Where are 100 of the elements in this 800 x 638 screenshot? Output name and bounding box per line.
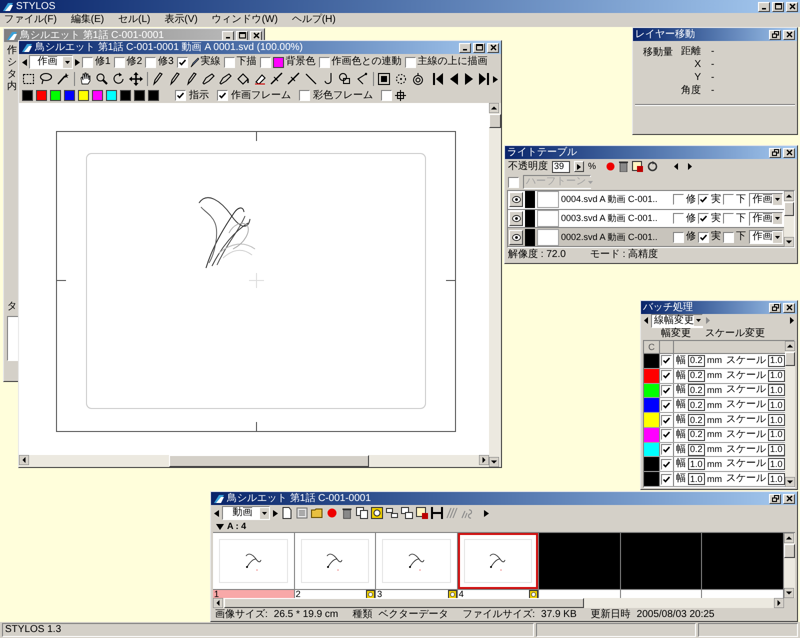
selection-icon[interactable] [22, 72, 36, 86]
hand-icon[interactable] [78, 72, 92, 86]
mode-dropdown[interactable]: 線幅変更 [651, 314, 703, 328]
input-field[interactable]: 1.0 [768, 384, 785, 396]
menu-item[interactable]: 表示(V) [164, 15, 198, 25]
scroll-down-button[interactable] [489, 457, 499, 467]
zoom-icon[interactable] [95, 72, 110, 86]
input-field[interactable]: 39 [552, 160, 570, 172]
input-field[interactable]: 1.0 [688, 458, 705, 470]
menu-item[interactable]: セル(L) [118, 15, 150, 25]
restore-button[interactable] [769, 302, 781, 312]
input-field[interactable]: 1.0 [768, 473, 785, 486]
frame-label[interactable]: 1 [213, 589, 294, 599]
right-arrow-icon[interactable] [688, 163, 692, 170]
line-icon[interactable] [304, 72, 318, 86]
color-swatch[interactable] [134, 90, 145, 101]
frame-rotate-icon[interactable] [411, 72, 426, 86]
checkbox[interactable] [404, 56, 416, 68]
input-field[interactable]: 0.2 [688, 384, 705, 396]
scrollbar[interactable] [489, 103, 501, 467]
scroll-thumb[interactable] [784, 202, 794, 216]
right-arrow-icon[interactable] [493, 76, 498, 82]
pencil-icon[interactable] [151, 72, 166, 86]
input-field[interactable]: 0.2 [688, 444, 705, 456]
close-button[interactable] [783, 30, 795, 40]
left-arrow-icon[interactable] [214, 510, 219, 516]
minimize-button[interactable] [758, 2, 770, 12]
refresh-icon[interactable] [647, 161, 658, 172]
scroll-left-button[interactable] [19, 455, 29, 465]
pencil-icon[interactable] [168, 72, 182, 86]
right-arrow-icon[interactable] [75, 58, 80, 66]
lasso-icon[interactable] [39, 72, 53, 86]
scroll-down-button[interactable] [784, 237, 794, 247]
frame-thumbnail[interactable] [458, 533, 538, 589]
input-field[interactable]: 0.2 [688, 354, 705, 367]
caret-icon[interactable] [63, 56, 72, 68]
checkbox[interactable] [217, 90, 228, 101]
maximize-button[interactable] [473, 42, 485, 52]
text-area[interactable] [7, 316, 19, 361]
caret-icon[interactable] [260, 508, 269, 518]
mode-dropdown[interactable]: 作画 [29, 55, 73, 69]
scroll-thumb[interactable] [489, 114, 501, 128]
close-button[interactable] [783, 148, 795, 158]
scroll-right-button[interactable] [479, 455, 489, 465]
checkbox[interactable] [661, 444, 672, 456]
trash-icon[interactable] [619, 161, 628, 172]
restore-button[interactable] [769, 30, 781, 40]
checkbox[interactable] [723, 232, 734, 243]
mode-dropdown[interactable]: 作画 [749, 212, 783, 226]
checkbox[interactable] [260, 56, 271, 68]
scroll-left-button[interactable] [213, 598, 223, 608]
right-arrow-icon[interactable] [790, 317, 794, 324]
folder-icon[interactable] [311, 507, 323, 519]
frame-label[interactable] [539, 589, 620, 599]
maximize-button[interactable] [772, 2, 784, 12]
scroll-right-button[interactable] [774, 598, 784, 608]
mode-dropdown[interactable]: 作画 [749, 230, 783, 244]
menu-item[interactable]: ファイル(F) [4, 15, 57, 25]
checkbox[interactable] [661, 429, 672, 440]
minimize-button[interactable] [222, 30, 234, 40]
minimize-button[interactable] [459, 42, 471, 52]
visibility-button[interactable] [509, 192, 523, 208]
checkbox[interactable] [673, 213, 684, 224]
frame-points-icon[interactable] [394, 72, 408, 86]
input-field[interactable]: 0.2 [688, 428, 705, 441]
color-swatch[interactable] [22, 90, 33, 101]
checkbox[interactable] [698, 232, 709, 243]
scroll-thumb[interactable] [785, 352, 795, 366]
input-field[interactable]: 0.2 [688, 370, 705, 382]
visibility-button[interactable] [509, 230, 523, 245]
close-button[interactable] [786, 2, 798, 12]
restore-button[interactable] [769, 148, 781, 158]
checkbox[interactable] [661, 370, 672, 382]
input-field[interactable]: 1.0 [768, 428, 785, 441]
checkbox[interactable] [698, 213, 709, 224]
color-swatch[interactable] [78, 90, 89, 101]
right-arrow-icon[interactable] [273, 510, 278, 516]
input-field[interactable]: 0.2 [688, 399, 705, 412]
caret-icon[interactable] [694, 315, 703, 326]
page-icon[interactable] [281, 507, 293, 519]
bracket-icon[interactable] [431, 507, 443, 519]
caret-icon[interactable] [773, 232, 782, 243]
input-field[interactable]: 0.2 [688, 414, 705, 426]
layer-row[interactable]: 0004.svd A 動画 C-001.. 修 実 下 作画 [508, 191, 784, 210]
color-swatch[interactable] [50, 90, 61, 101]
image-icon[interactable] [416, 507, 428, 519]
wand-icon[interactable] [56, 72, 70, 86]
color-swatch[interactable] [106, 90, 117, 101]
restore-button[interactable] [769, 494, 781, 504]
spin-button[interactable] [574, 161, 584, 172]
eraser-icon[interactable] [253, 72, 268, 86]
move-icon[interactable] [129, 72, 144, 86]
caret-icon[interactable] [773, 194, 782, 206]
checkbox[interactable] [176, 56, 188, 68]
copy-icon[interactable] [356, 507, 368, 519]
bucket-icon[interactable] [236, 72, 250, 86]
checkbox[interactable] [318, 56, 330, 68]
scroll-down-button[interactable] [784, 588, 794, 598]
brush-icon[interactable] [219, 72, 234, 86]
left-arrow-icon[interactable] [22, 58, 27, 66]
